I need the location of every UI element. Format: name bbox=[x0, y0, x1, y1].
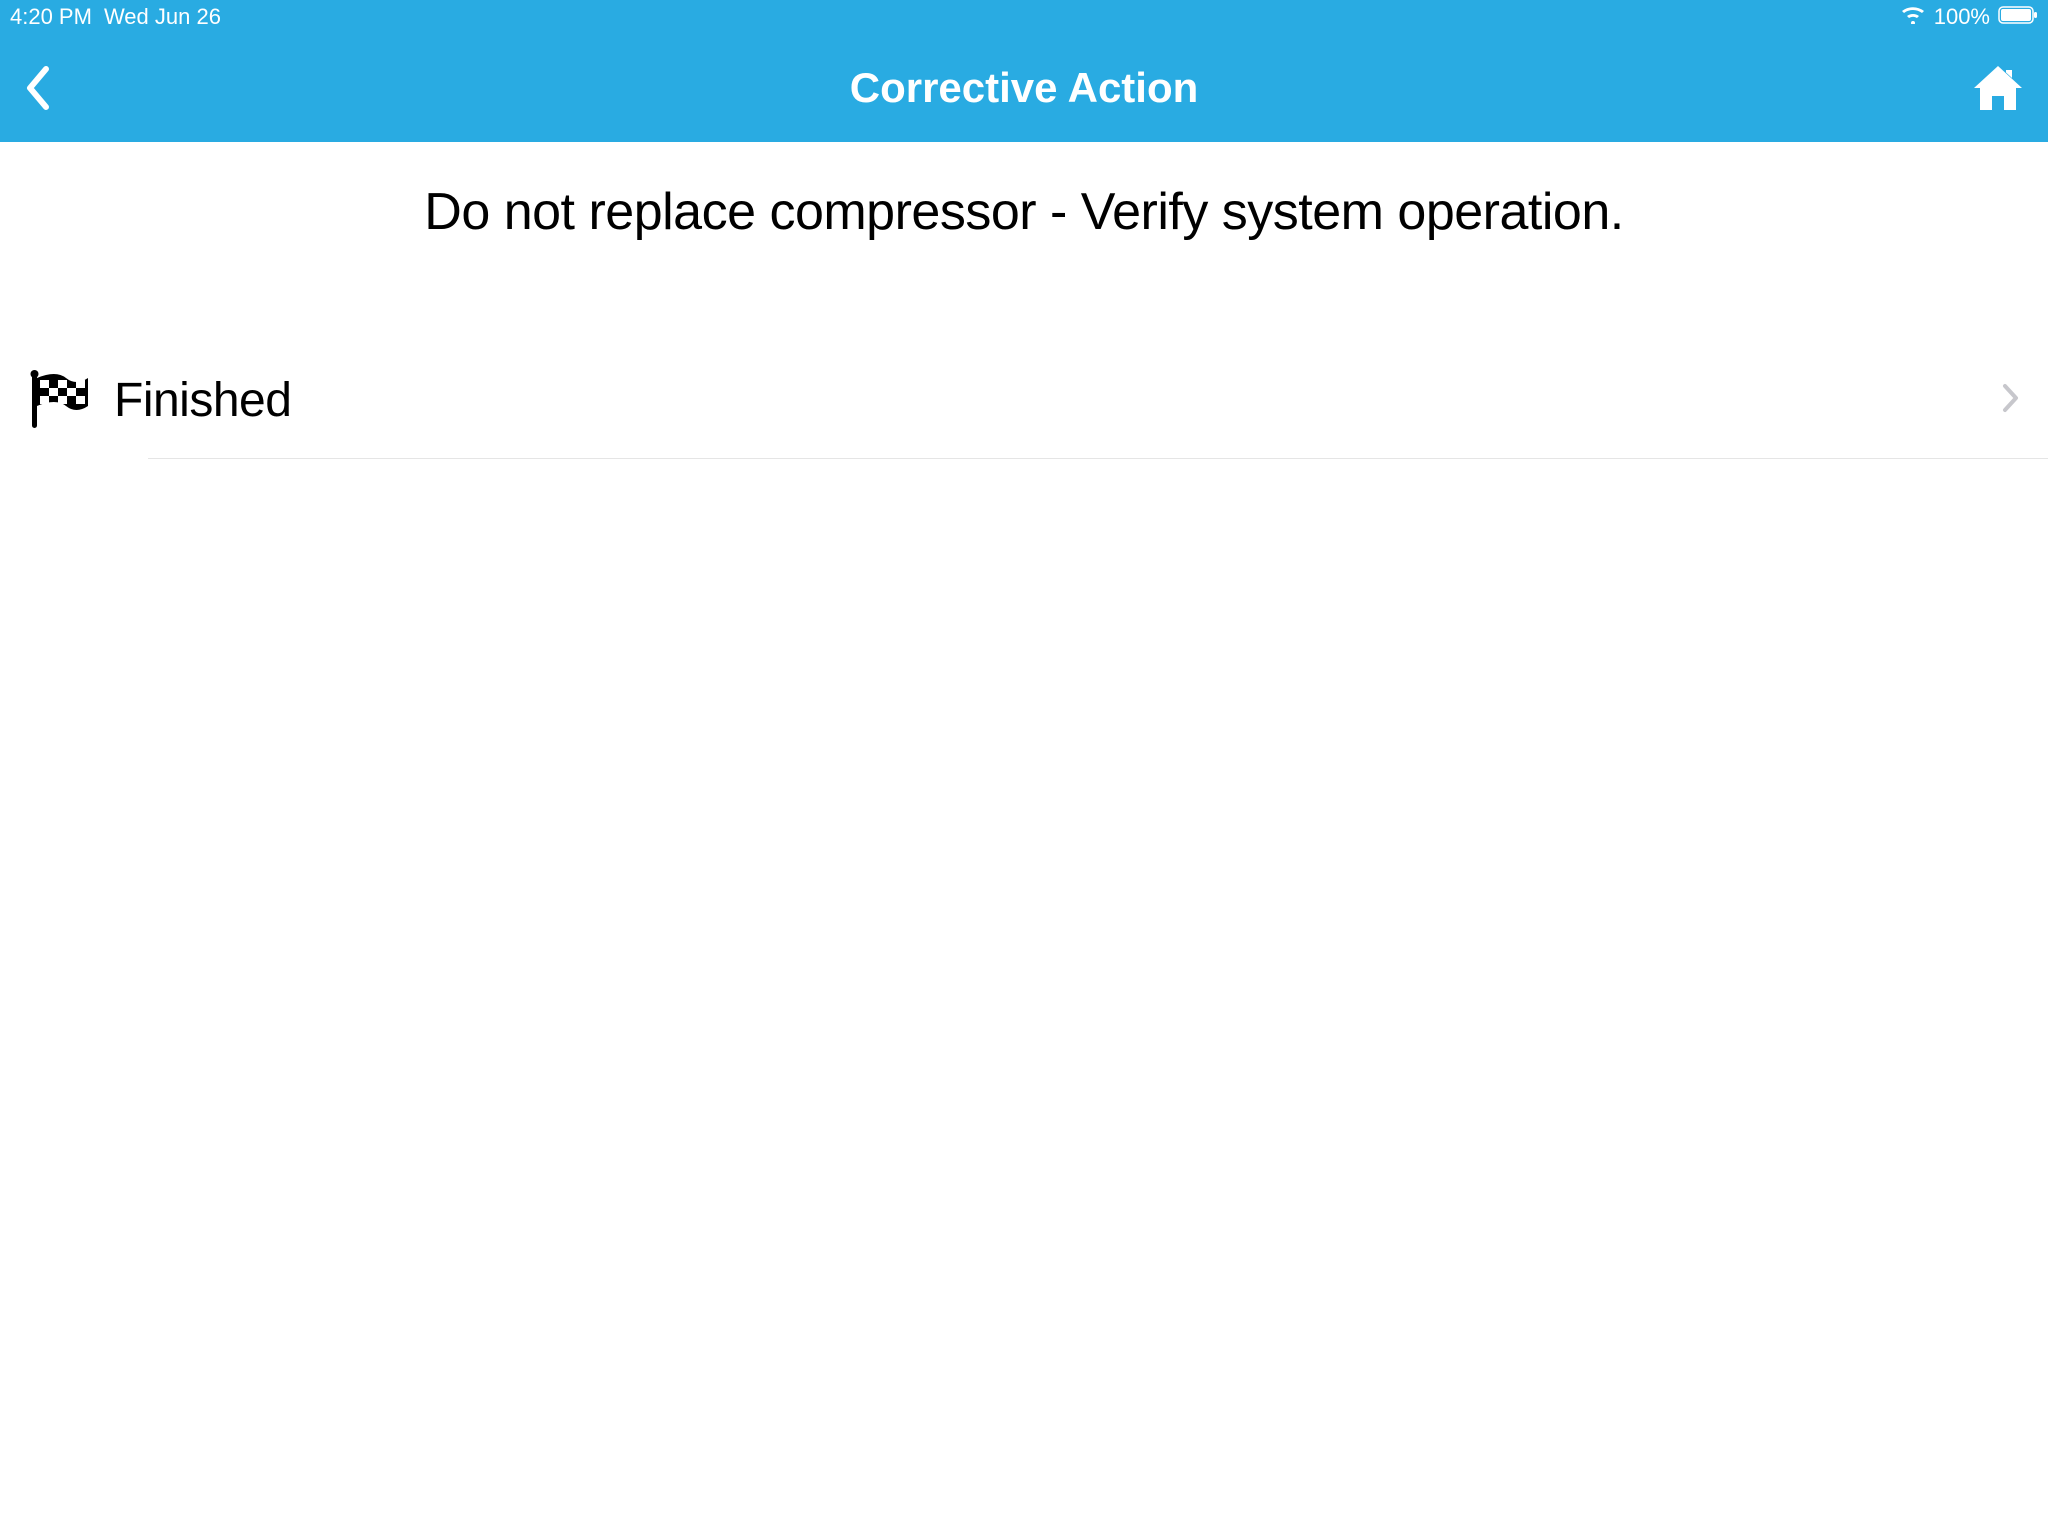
checkered-flag-icon bbox=[28, 368, 114, 432]
wifi-icon bbox=[1900, 4, 1926, 30]
page-title: Corrective Action bbox=[84, 64, 1964, 112]
list-item-finished[interactable]: Finished bbox=[0, 342, 2048, 458]
status-bar: 4:20 PM Wed Jun 26 100% bbox=[0, 0, 2048, 34]
list-item-label: Finished bbox=[114, 373, 2002, 428]
status-time: 4:20 PM bbox=[10, 4, 92, 30]
home-icon bbox=[1972, 64, 2024, 112]
chevron-right-icon bbox=[2002, 383, 2020, 418]
status-date: Wed Jun 26 bbox=[104, 4, 221, 30]
status-right: 100% bbox=[1900, 4, 2038, 30]
back-button[interactable] bbox=[24, 65, 84, 111]
list-divider bbox=[148, 458, 2048, 459]
instruction-text: Do not replace compressor - Verify syste… bbox=[0, 142, 2048, 342]
chevron-left-icon bbox=[24, 65, 52, 111]
content-area: Do not replace compressor - Verify syste… bbox=[0, 142, 2048, 459]
battery-percent: 100% bbox=[1934, 4, 1990, 30]
nav-bar: Corrective Action bbox=[0, 34, 2048, 142]
home-button[interactable] bbox=[1964, 64, 2024, 112]
battery-icon bbox=[1998, 4, 2038, 30]
status-left: 4:20 PM Wed Jun 26 bbox=[10, 4, 221, 30]
